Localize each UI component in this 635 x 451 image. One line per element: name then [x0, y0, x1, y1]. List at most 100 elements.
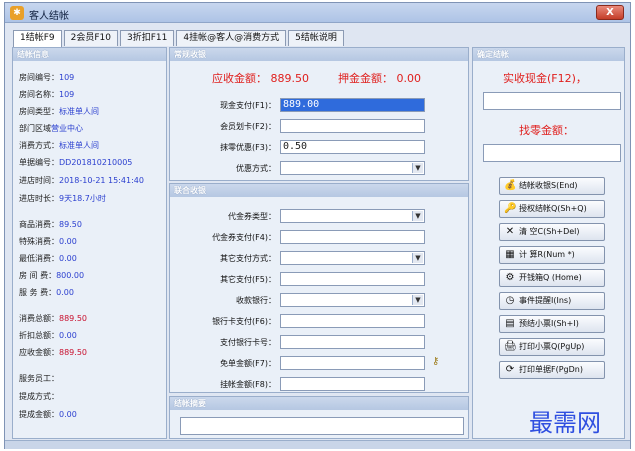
- confirm-checkout-panel: 确定结帐 实收现金(F12)， 找零金额：: [472, 47, 625, 439]
- chevron-down-icon[interactable]: ▼: [412, 253, 423, 263]
- title-bar: ✱ 客人结帐 X: [5, 3, 630, 23]
- checkout-info-panel: 结帐信息 房间编号：109 房间名称：109 房间类型：标准单人间 部门区域营业中心消…: [12, 47, 167, 439]
- printer-icon: 🖨: [504, 341, 517, 352]
- print-cycle-icon: ⟳: [505, 364, 515, 375]
- info-value: 89.50: [59, 220, 82, 229]
- open-cashbox-button[interactable]: ⚙ 开钱箱Q (Home): [499, 269, 605, 287]
- tab-credit[interactable]: 4挂帐@客人@消费方式: [176, 30, 287, 46]
- info-row: 应收金额：889.50: [19, 347, 87, 358]
- credit-amount-label: 挂帐金额(F8)：: [220, 380, 276, 389]
- tab-checkout[interactable]: 1结帐F9: [13, 30, 62, 47]
- info-label: 消费方式：: [19, 141, 59, 150]
- button-label: 预结小票I(Sh+I): [519, 319, 579, 328]
- confirm-checkout-header: 确定结帐: [473, 48, 624, 61]
- button-label: 结帐收银S(End): [519, 181, 578, 190]
- info-value: 0.00: [56, 288, 74, 297]
- checkout-info-header: 结帐信息: [13, 48, 166, 61]
- tab-member[interactable]: 2会员F10: [63, 30, 118, 46]
- event-reminder-button[interactable]: ◷ 事件提醒I(Ins): [499, 292, 605, 310]
- voucher-pay-input[interactable]: [280, 230, 425, 244]
- deposit-value: 0.00: [396, 72, 422, 85]
- authorized-checkout-button[interactable]: 🔑 授权结帐Q(Sh+Q): [499, 200, 605, 218]
- info-row: 房 间 费：800.00: [19, 270, 84, 281]
- free-amount-input[interactable]: [280, 356, 425, 370]
- info-label: 商品消费：: [19, 220, 59, 229]
- money-bag-icon: 💰: [504, 180, 517, 191]
- key-icon[interactable]: ⚷: [432, 356, 439, 367]
- info-label: 提成方式：: [19, 392, 59, 401]
- clear-button[interactable]: ✕ 清 空C(Sh+Del): [499, 223, 605, 241]
- info-label: 进店时长：: [19, 194, 59, 203]
- member-card-label: 会员划卡(F2)：: [220, 122, 276, 131]
- cash-received-title: 实收现金(F12)，: [503, 72, 587, 85]
- card-number-input[interactable]: [280, 335, 425, 349]
- tab-discount[interactable]: 3折扣F11: [120, 30, 175, 46]
- checkout-button[interactable]: 💰 结帐收银S(End): [499, 177, 605, 195]
- rounding-input[interactable]: 0.50: [280, 140, 425, 154]
- change-amount-input[interactable]: [483, 144, 621, 162]
- watermark-text: 最需网: [529, 409, 601, 437]
- info-row: 提成金额：0.00: [19, 409, 77, 420]
- chevron-down-icon[interactable]: ▼: [412, 211, 423, 221]
- info-value: 889.50: [59, 314, 87, 323]
- print-receipt-button[interactable]: 🖨 打印小票Q(PgUp): [499, 338, 605, 356]
- cash-received-input[interactable]: [483, 92, 621, 110]
- info-value: 标准单人间: [59, 107, 99, 116]
- info-value: 889.50: [59, 348, 87, 357]
- bank-card-pay-input[interactable]: [280, 314, 425, 328]
- summary-input[interactable]: [180, 417, 464, 435]
- discount-method-select[interactable]: ▼: [280, 161, 425, 175]
- info-row: 商品消费：89.50: [19, 219, 82, 230]
- info-row: 房间名称：109: [19, 89, 74, 100]
- tab-bar: 1结帐F9 2会员F10 3折扣F11 4挂帐@客人@消费方式 5结帐说明: [13, 30, 344, 47]
- card-number-label: 支付银行卡号：: [220, 338, 276, 347]
- info-value: 0.00: [59, 410, 77, 419]
- member-card-input[interactable]: [280, 119, 425, 133]
- receivable-amount: 应收金额： 889.50: [212, 70, 309, 86]
- info-row: 消费总额：889.50: [19, 313, 87, 324]
- info-value: 9天18.7小时: [59, 194, 106, 203]
- button-label: 事件提醒I(Ins): [519, 296, 572, 305]
- print-invoice-button[interactable]: ⟳ 打印单据F(PgDn): [499, 361, 605, 379]
- info-value: 2018-10-21 15:41:40: [59, 176, 144, 185]
- info-value: 109: [59, 73, 75, 82]
- info-label: 服 务 费：: [19, 288, 57, 297]
- button-label: 计 算R(Num *): [519, 250, 575, 259]
- key-icon: 🔑: [504, 203, 517, 214]
- info-label: 房间类型：: [19, 107, 59, 116]
- info-row: 房间编号：109: [19, 72, 74, 83]
- voucher-pay-label: 代金券支付(F4)：: [212, 233, 276, 242]
- close-button[interactable]: X: [596, 5, 624, 20]
- bank-select[interactable]: ▼: [280, 293, 425, 307]
- calculator-button[interactable]: ▦ 计 算R(Num *): [499, 246, 605, 264]
- info-value: 0.00: [59, 237, 77, 246]
- other-pay-input[interactable]: [280, 272, 425, 286]
- free-amount-label: 免单金额(F7)：: [220, 359, 276, 368]
- calculator-icon: ▦: [505, 249, 515, 260]
- info-value: DD201810210005: [59, 158, 133, 167]
- credit-amount-input[interactable]: [280, 377, 425, 391]
- button-label: 清 空C(Sh+Del): [519, 227, 580, 236]
- info-value: 800.00: [56, 271, 85, 280]
- change-amount-title: 找零金额：: [519, 124, 574, 137]
- pre-print-receipt-button[interactable]: ▤ 预结小票I(Sh+I): [499, 315, 605, 333]
- status-bar: [5, 440, 630, 449]
- tab-notes[interactable]: 5结帐说明: [288, 30, 344, 46]
- button-label: 打印小票Q(PgUp): [519, 342, 585, 351]
- info-row: 特殊消费：0.00: [19, 236, 77, 247]
- rounding-label: 抹零优惠(F3)：: [220, 143, 276, 152]
- info-row: 消费方式：标准单人间: [19, 140, 99, 151]
- cash-pay-input[interactable]: 889.00: [280, 98, 425, 112]
- summary-panel: 结帐摘要: [169, 396, 469, 439]
- info-label: 最低消费：: [19, 254, 59, 263]
- voucher-type-select[interactable]: ▼: [280, 209, 425, 223]
- normal-cashier-header: 常规收银: [170, 48, 468, 61]
- chevron-down-icon[interactable]: ▼: [412, 163, 423, 173]
- info-label: 应收金额：: [19, 348, 59, 357]
- discount-method-label: 优惠方式：: [236, 164, 276, 173]
- chevron-down-icon[interactable]: ▼: [412, 295, 423, 305]
- red-x-icon: ✕: [505, 226, 515, 237]
- other-method-select[interactable]: ▼: [280, 251, 425, 265]
- button-label: 开钱箱Q (Home): [519, 273, 582, 282]
- info-row: 单据编号：DD201810210005: [19, 157, 132, 168]
